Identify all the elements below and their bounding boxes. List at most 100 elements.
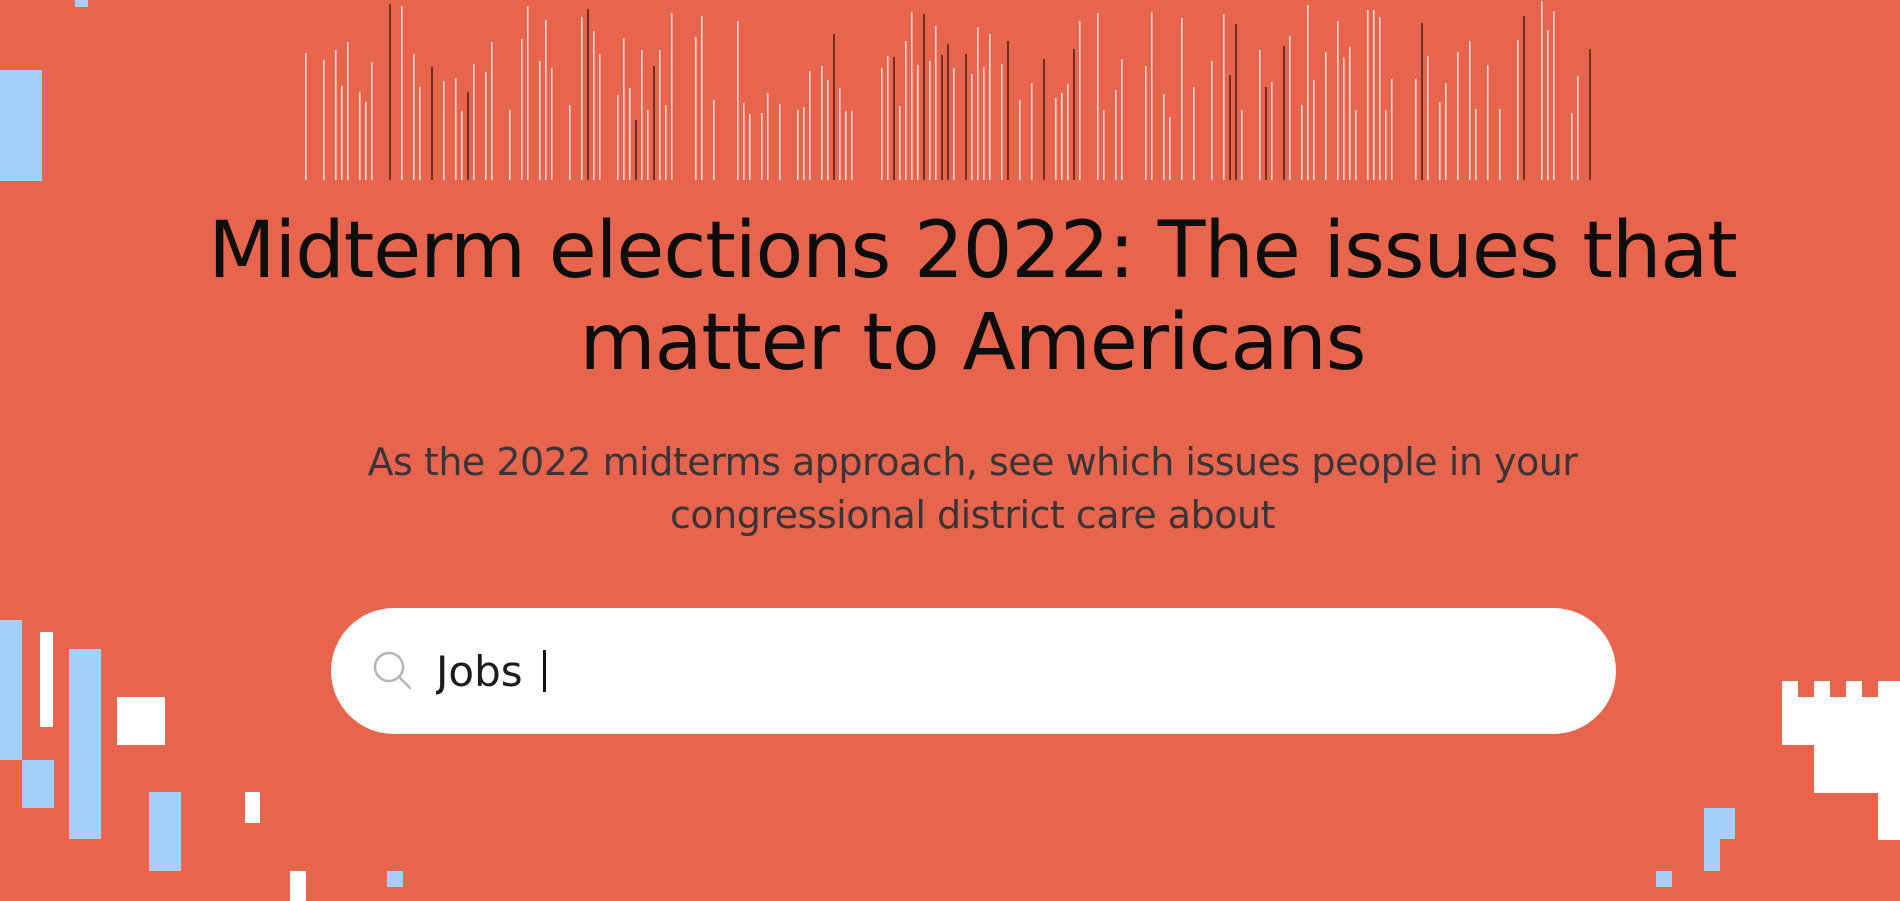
- search-input[interactable]: [436, 636, 1576, 706]
- left-blue-bar-3: [69, 649, 101, 839]
- stripe: [1043, 59, 1045, 180]
- stripe: [467, 92, 469, 180]
- stripe: [749, 114, 751, 180]
- stripe: [1475, 109, 1477, 180]
- stripe: [905, 41, 907, 180]
- stripe: [1289, 36, 1291, 180]
- left-blue-dot-bottom: [387, 871, 403, 887]
- stripe: [1499, 109, 1501, 180]
- page-title: Midterm elections 2022: The issues that …: [208, 206, 1738, 388]
- stripe: [935, 26, 937, 180]
- stripe: [839, 88, 841, 180]
- right-white-nub-3: [1846, 681, 1862, 697]
- stripe: [593, 31, 595, 180]
- stripe: [1265, 87, 1267, 180]
- right-white-nub-2: [1814, 681, 1830, 697]
- stripe: [1439, 102, 1441, 180]
- stripe: [431, 67, 433, 180]
- stripe: [617, 95, 619, 180]
- stripe: [1151, 12, 1153, 180]
- stripe: [1571, 113, 1573, 180]
- right-white-block: [1782, 697, 1900, 745]
- stripe: [347, 42, 349, 180]
- stripe: [1379, 17, 1381, 180]
- stripe: [941, 55, 943, 180]
- stripe: [809, 71, 811, 180]
- right-white-nub-1: [1782, 681, 1798, 697]
- stripe: [695, 37, 697, 180]
- stripe: [587, 9, 589, 180]
- stripe: [1181, 18, 1183, 180]
- stripe: [1385, 110, 1387, 180]
- stripe: [827, 80, 829, 180]
- right-white-tail: [1878, 793, 1900, 840]
- stripe: [797, 110, 799, 180]
- stripe: [1445, 83, 1447, 180]
- stripe: [1421, 23, 1423, 180]
- stripe: [1523, 16, 1525, 180]
- stripe: [1169, 117, 1171, 180]
- stripe: [659, 50, 661, 180]
- stripe: [1589, 49, 1591, 180]
- stripe: [1301, 105, 1303, 180]
- stripe: [539, 61, 541, 180]
- stripe: [737, 21, 739, 180]
- stripe: [491, 42, 493, 180]
- top-stripe-band: [305, 1, 1591, 180]
- right-blue-dot: [1656, 871, 1672, 887]
- stripe: [1163, 94, 1165, 180]
- search-icon: [373, 651, 412, 690]
- stripe: [1349, 47, 1351, 180]
- stripe: [1325, 52, 1327, 180]
- stripe: [443, 81, 445, 180]
- stripe: [965, 54, 967, 180]
- stripe: [1367, 10, 1369, 180]
- stripe: [527, 6, 529, 180]
- stripe: [713, 100, 715, 180]
- stripe: [365, 102, 367, 180]
- left-blue-bar-2: [22, 760, 54, 808]
- stripe: [1457, 52, 1459, 180]
- stripe: [899, 106, 901, 180]
- stripe: [881, 68, 883, 180]
- stripe: [635, 120, 637, 180]
- stripe: [929, 61, 931, 180]
- stripe: [803, 107, 805, 180]
- stripe: [599, 54, 601, 180]
- stripe: [743, 103, 745, 180]
- stripe: [473, 64, 475, 180]
- right-white-nub-4: [1878, 681, 1900, 697]
- stripe: [323, 60, 325, 180]
- stripe: [917, 65, 919, 180]
- left-blue-dot-top: [75, 0, 88, 7]
- stripe: [1541, 1, 1543, 180]
- stripe: [779, 104, 781, 180]
- stripe: [1145, 66, 1147, 180]
- stripe: [1235, 24, 1237, 180]
- right-white-tower: [1814, 745, 1900, 793]
- stripe: [833, 34, 835, 180]
- stripe: [767, 93, 769, 180]
- stripe: [1007, 41, 1009, 180]
- stripe: [983, 67, 985, 180]
- stripe: [821, 66, 823, 180]
- right-decoration: [1656, 681, 1900, 887]
- stripe: [485, 72, 487, 180]
- stripe: [551, 68, 553, 180]
- stripe: [647, 110, 649, 180]
- stripe: [671, 13, 673, 180]
- stripe: [1211, 61, 1213, 180]
- stripe: [545, 20, 547, 180]
- stripe: [641, 50, 643, 180]
- stripe: [887, 56, 889, 180]
- stripe: [455, 78, 457, 180]
- stripe: [1031, 83, 1033, 180]
- stripe: [1103, 110, 1105, 180]
- stripe: [1079, 21, 1081, 180]
- stripe: [509, 110, 511, 180]
- stripe: [419, 87, 421, 180]
- stripe: [653, 66, 655, 180]
- stripe: [845, 111, 847, 180]
- stripe: [1553, 11, 1555, 180]
- stripe: [665, 105, 667, 180]
